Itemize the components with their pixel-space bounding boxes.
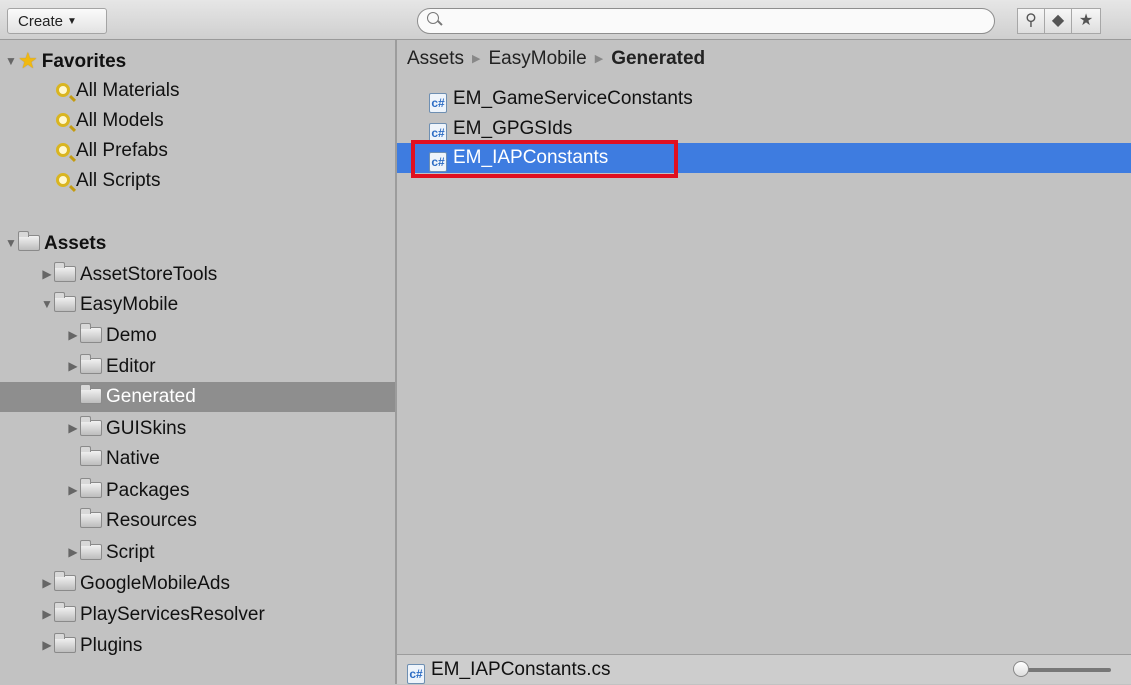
- create-button[interactable]: Create ▼: [7, 8, 107, 34]
- tree-label: Resources: [106, 510, 197, 531]
- tree-label: EasyMobile: [80, 294, 179, 315]
- folder-icon: [80, 540, 102, 560]
- tree-item-playservicesresolver[interactable]: ▶ PlayServicesResolver: [0, 599, 395, 629]
- folder-icon: [54, 571, 76, 591]
- favorite-label: All Models: [76, 110, 164, 131]
- expand-triangle-icon[interactable]: ▼: [4, 46, 18, 76]
- file-item[interactable]: c# EM_GameServiceConstants: [397, 84, 1131, 114]
- tree-item-assetstoretools[interactable]: ▶ AssetStoreTools: [0, 259, 395, 289]
- saved-search-icon: [56, 143, 70, 157]
- tree-item-generated[interactable]: Generated: [0, 382, 395, 412]
- favorite-label: All Materials: [76, 80, 180, 101]
- collapsed-triangle-icon[interactable]: ▶: [40, 568, 54, 598]
- tree-label: AssetStoreTools: [80, 264, 218, 285]
- collapsed-triangle-icon[interactable]: ▶: [66, 320, 80, 350]
- breadcrumb-item[interactable]: EasyMobile: [489, 48, 587, 69]
- favorite-star-icon[interactable]: ★: [1071, 8, 1101, 34]
- favorite-item[interactable]: All Models: [0, 106, 395, 136]
- folder-icon: [54, 602, 76, 622]
- csharp-script-icon: c#: [429, 93, 447, 113]
- selected-path-label: EM_IAPConstants.cs: [431, 659, 611, 680]
- collapsed-triangle-icon[interactable]: ▶: [66, 475, 80, 505]
- expand-triangle-icon[interactable]: ▼: [40, 289, 54, 319]
- favorite-item[interactable]: All Materials: [0, 76, 395, 106]
- folder-icon: [80, 354, 102, 374]
- favorite-item[interactable]: All Prefabs: [0, 136, 395, 166]
- tree-item-native[interactable]: Native: [0, 444, 395, 474]
- collapsed-triangle-icon[interactable]: ▶: [66, 413, 80, 443]
- folder-icon: [80, 508, 102, 528]
- create-label: Create: [18, 13, 64, 30]
- slider-knob[interactable]: [1013, 661, 1029, 677]
- folder-icon: [54, 633, 76, 653]
- icon-size-slider[interactable]: [1013, 661, 1111, 677]
- folder-icon: [80, 323, 102, 343]
- folder-icon: [80, 478, 102, 498]
- tree-label: Generated: [106, 386, 196, 407]
- favorite-label: All Scripts: [76, 170, 161, 191]
- favorite-item[interactable]: All Scripts: [0, 166, 395, 196]
- tree-favorites[interactable]: ▼★ Favorites: [0, 46, 395, 76]
- favorites-label: Favorites: [41, 51, 127, 72]
- tree-label: PlayServicesResolver: [80, 604, 265, 625]
- tree-item-script[interactable]: ▶ Script: [0, 537, 395, 567]
- folder-icon: [80, 446, 102, 466]
- star-icon: ★: [18, 48, 38, 73]
- breadcrumb-item[interactable]: Assets: [407, 48, 464, 69]
- collapsed-triangle-icon[interactable]: ▶: [40, 599, 54, 629]
- tree-item-googlemobileads[interactable]: ▶ GoogleMobileAds: [0, 568, 395, 598]
- tree-item-demo[interactable]: ▶ Demo: [0, 320, 395, 350]
- file-label: EM_GPGSIds: [453, 118, 573, 139]
- folder-icon: [54, 292, 76, 312]
- file-list-panel: Assets ▶ EasyMobile ▶ Generated c# EM_GameSer…: [397, 40, 1131, 654]
- tree-item-editor[interactable]: ▶ Editor: [0, 351, 395, 381]
- saved-search-icon: [56, 173, 70, 187]
- breadcrumb-separator-icon: ▶: [594, 53, 604, 65]
- collapsed-triangle-icon[interactable]: ▶: [40, 259, 54, 289]
- folder-icon: [80, 384, 102, 404]
- tree-label: GUISkins: [106, 418, 187, 439]
- breadcrumb-separator-icon: ▶: [472, 53, 481, 65]
- collapsed-triangle-icon[interactable]: ▶: [66, 537, 80, 567]
- favorite-label: All Prefabs: [76, 140, 168, 161]
- tree-item-resources[interactable]: Resources: [0, 506, 395, 536]
- tree-label: Packages: [106, 480, 190, 501]
- tree-item-plugins[interactable]: ▶ Plugins: [0, 630, 395, 660]
- tree-label: Plugins: [80, 635, 143, 656]
- tree-label: Demo: [106, 325, 157, 346]
- folder-icon: [54, 262, 76, 282]
- breadcrumb: Assets ▶ EasyMobile ▶ Generated: [407, 48, 705, 70]
- tree-item-easymobile[interactable]: ▼ EasyMobile: [0, 289, 395, 319]
- filter-by-label-icon[interactable]: ◆: [1044, 8, 1072, 34]
- saved-search-icon: [56, 83, 70, 97]
- csharp-script-icon: c#: [407, 664, 425, 684]
- assets-label: Assets: [44, 233, 107, 254]
- expand-triangle-icon[interactable]: ▼: [4, 228, 18, 258]
- folder-tree-panel: ▼★ Favorites All Materials All Models All…: [0, 40, 395, 684]
- annotation-highlight-box: [411, 140, 678, 178]
- filter-by-type-icon[interactable]: ⚲: [1017, 8, 1045, 34]
- status-bar: c# EM_IAPConstants.cs: [397, 654, 1131, 684]
- file-label: EM_GameServiceConstants: [453, 88, 693, 109]
- tree-item-packages[interactable]: ▶ Packages: [0, 475, 395, 505]
- tree-label: Script: [106, 542, 155, 563]
- collapsed-triangle-icon[interactable]: ▶: [40, 630, 54, 660]
- saved-search-icon: [56, 113, 70, 127]
- tree-label: GoogleMobileAds: [80, 573, 230, 594]
- collapsed-triangle-icon[interactable]: ▶: [66, 351, 80, 381]
- search-icon: [427, 12, 439, 24]
- folder-icon: [18, 231, 40, 251]
- tree-label: Native: [106, 448, 160, 469]
- tree-label: Editor: [106, 356, 156, 377]
- folder-icon: [80, 416, 102, 436]
- tree-item-guiskins[interactable]: ▶ GUISkins: [0, 413, 395, 443]
- project-toolbar: Create ▼ ⚲ ◆ ★: [0, 0, 1131, 40]
- search-input[interactable]: [417, 8, 995, 34]
- breadcrumb-current[interactable]: Generated: [611, 48, 705, 69]
- dropdown-caret-icon: ▼: [67, 16, 77, 27]
- tree-assets[interactable]: ▼ Assets: [0, 228, 395, 258]
